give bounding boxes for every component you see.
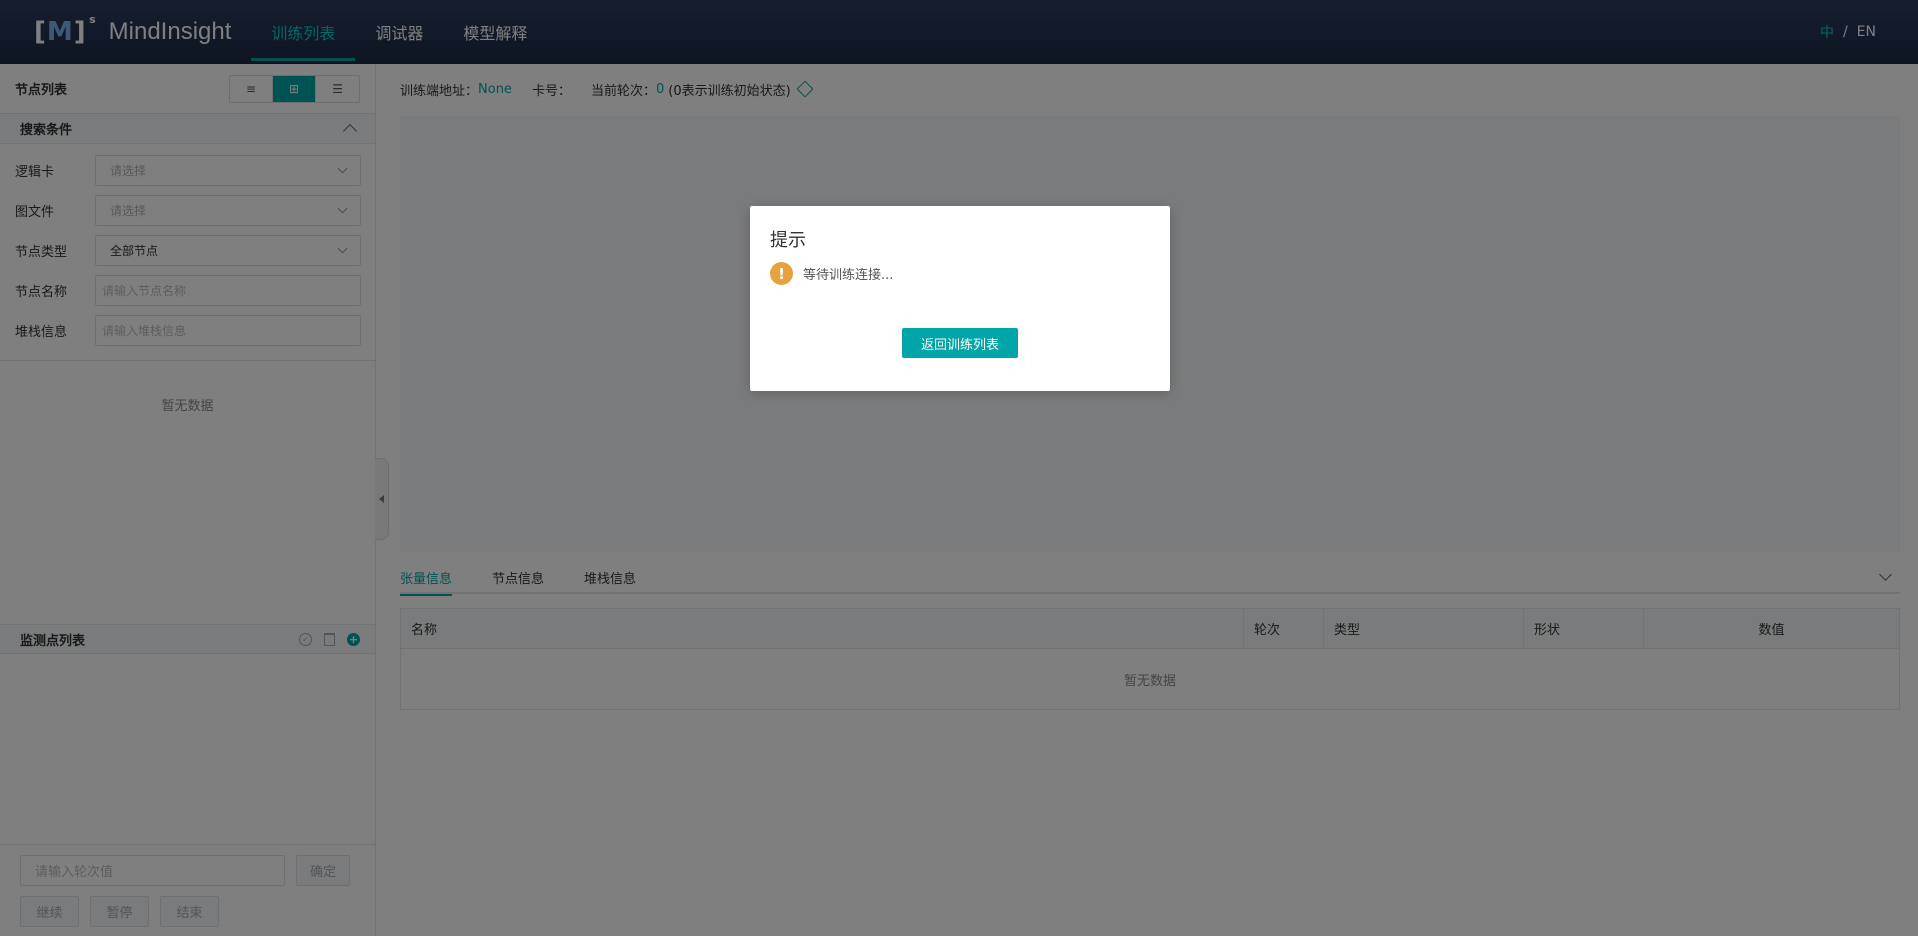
warning-icon: ! <box>770 262 793 285</box>
message-dialog: 提示 ! 等待训练连接... 返回训练列表 <box>750 206 1170 391</box>
modal-overlay <box>0 0 1918 936</box>
dialog-title: 提示 <box>770 230 806 251</box>
dialog-message: ! 等待训练连接... <box>770 262 893 285</box>
back-to-train-list-button[interactable]: 返回训练列表 <box>902 328 1018 358</box>
dialog-message-text: 等待训练连接... <box>803 268 894 283</box>
